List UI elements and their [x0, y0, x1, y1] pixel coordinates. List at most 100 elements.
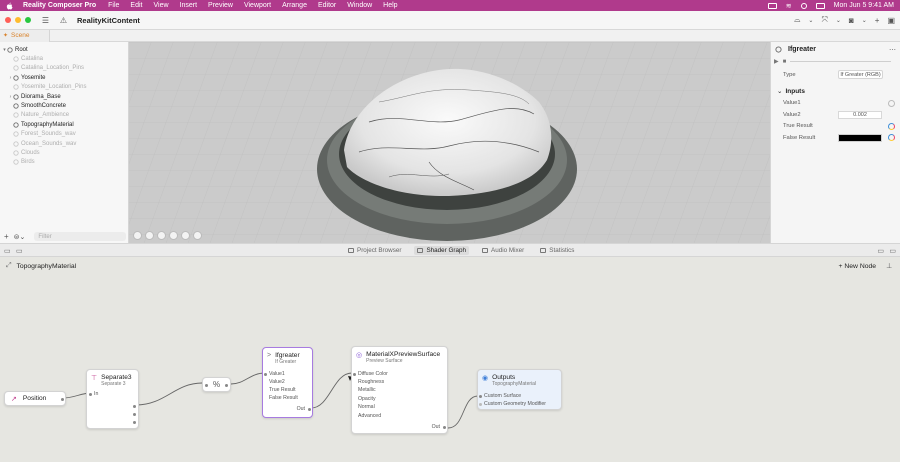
stop-icon[interactable]: ■: [783, 59, 787, 65]
false-result-color[interactable]: [838, 133, 882, 142]
viewport-scene[interactable]: [129, 42, 770, 243]
hierarchy-item[interactable]: TopographyMaterial: [0, 120, 128, 129]
tab-project-browser[interactable]: Project Browser: [345, 246, 404, 255]
control-center-icon[interactable]: [815, 2, 825, 9]
output-port[interactable]: [61, 398, 64, 401]
menu-viewport[interactable]: Viewport: [244, 2, 271, 9]
3d-viewport[interactable]: [129, 42, 770, 243]
input-port[interactable]: [205, 384, 208, 387]
node-ifgreater[interactable]: > Ifgreater If Greater Value1 Value2 True…: [262, 347, 313, 418]
inspector-toggle-icon[interactable]: ▣: [887, 16, 895, 25]
menu-file[interactable]: File: [108, 2, 119, 9]
app-menu[interactable]: Reality Composer Pro: [23, 2, 96, 9]
value2-field[interactable]: 0.002: [838, 110, 882, 119]
chevron-down-icon[interactable]: ⌄: [862, 17, 867, 24]
timeline-slider[interactable]: [790, 61, 891, 62]
hierarchy-item[interactable]: Forest_Sounds_wav: [0, 130, 128, 139]
panel-right-icon[interactable]: ▭: [877, 247, 884, 255]
options-icon[interactable]: ⊜⌄: [14, 233, 26, 241]
output-port[interactable]: [443, 426, 446, 429]
hierarchy-item[interactable]: Birds: [0, 158, 128, 167]
play-icon[interactable]: ▶: [774, 58, 779, 65]
hierarchy-item-label: Root: [15, 46, 28, 53]
tab-audio-mixer[interactable]: Audio Mixer: [479, 246, 527, 255]
search-icon[interactable]: [800, 2, 807, 9]
hierarchy-item[interactable]: SmoothConcrete: [0, 101, 128, 110]
chevron-down-icon[interactable]: ⌄: [836, 17, 841, 24]
node-subtitle: TopographyMaterial: [492, 381, 537, 387]
true-result-color[interactable]: [838, 122, 882, 131]
menu-editor[interactable]: Editor: [318, 2, 336, 9]
node-separate3[interactable]: ⊤ Separate3 Separate 3 In: [86, 369, 139, 429]
output-port[interactable]: [225, 384, 228, 387]
menu-view[interactable]: View: [153, 2, 168, 9]
hierarchy-item[interactable]: ▾ Root: [0, 45, 128, 54]
scene-tab[interactable]: ✦ Scene: [0, 29, 51, 42]
node-materialx-preview-surface[interactable]: ◎ MaterialXPreviewSurface Preview Surface…: [351, 346, 448, 434]
menu-arrange[interactable]: Arrange: [282, 2, 307, 9]
output-port[interactable]: [133, 413, 136, 416]
hierarchy-item[interactable]: Clouds: [0, 148, 128, 157]
orbit-tool-icon[interactable]: [133, 231, 142, 240]
menu-edit[interactable]: Edit: [130, 2, 142, 9]
inspector-header: Ifgreater ⋯: [771, 42, 900, 57]
node-outputs[interactable]: ◉ Outputs TopographyMaterial Custom Surfa…: [477, 369, 562, 410]
type-select[interactable]: If Greater (RGB): [838, 70, 883, 80]
menubar-datetime[interactable]: Mon Jun 5 9:41 AM: [834, 2, 894, 9]
panel-split-icon[interactable]: ▭: [16, 247, 23, 255]
hierarchy-item[interactable]: Ocean_Sounds_wav: [0, 139, 128, 148]
color-picker-icon[interactable]: [888, 122, 895, 130]
hierarchy-item[interactable]: › Yosemite: [0, 73, 128, 82]
chevron-down-icon[interactable]: ⌄: [808, 17, 813, 24]
hierarchy-item[interactable]: Catalina_Location_Pins: [0, 64, 128, 73]
rotate-tool-icon[interactable]: [145, 231, 154, 240]
color-picker-icon[interactable]: [888, 134, 895, 142]
hierarchy-item[interactable]: Yosemite_Location_Pins: [0, 83, 128, 92]
add-icon[interactable]: +: [875, 16, 880, 25]
zoom-tool-icon[interactable]: [181, 231, 190, 240]
folder-icon: [348, 248, 354, 253]
camera-tool-icon[interactable]: [193, 231, 202, 240]
panel-left-icon[interactable]: ▭: [4, 247, 11, 255]
node-modulo[interactable]: %: [202, 377, 231, 392]
menu-window[interactable]: Window: [347, 2, 372, 9]
hierarchy-item[interactable]: › Diorama_Base: [0, 92, 128, 101]
transform-icon[interactable]: ⤧: [821, 15, 827, 25]
node-position[interactable]: ↗ Position: [4, 391, 66, 406]
battery-icon[interactable]: [767, 2, 777, 9]
input-port[interactable]: [479, 403, 482, 406]
inputs-section[interactable]: ⌄ Inputs: [771, 85, 900, 98]
hierarchy-item-label: Catalina: [21, 56, 44, 63]
headset-icon[interactable]: ⌓: [794, 15, 800, 25]
input-port[interactable]: [89, 393, 92, 396]
input-port[interactable]: [479, 395, 482, 398]
apple-menu-icon[interactable]: [6, 2, 13, 10]
filter-input[interactable]: Filter: [34, 232, 127, 241]
camera-icon[interactable]: ◙: [849, 16, 854, 25]
output-port[interactable]: [133, 405, 136, 408]
warning-icon[interactable]: ⚠: [59, 16, 68, 25]
output-port[interactable]: [133, 421, 136, 424]
more-icon[interactable]: ⋯: [889, 46, 896, 54]
menu-insert[interactable]: Insert: [180, 2, 198, 9]
output-port[interactable]: [308, 408, 311, 411]
input-port[interactable]: [353, 373, 356, 376]
hierarchy-item[interactable]: Catalina: [0, 54, 128, 63]
shader-graph-canvas[interactable]: ⤢ TopographyMaterial + New Node ⊥ ↗ Posi…: [0, 257, 900, 462]
wifi-icon[interactable]: ≋: [786, 2, 792, 10]
menu-help[interactable]: Help: [383, 2, 397, 9]
input-port[interactable]: [264, 373, 267, 376]
hierarchy-item[interactable]: Nature_Ambience: [0, 111, 128, 120]
zoom-button[interactable]: [25, 17, 31, 23]
close-button[interactable]: [5, 17, 11, 23]
minimize-button[interactable]: [15, 17, 21, 23]
connection-icon[interactable]: [888, 99, 895, 107]
move-tool-icon[interactable]: [157, 231, 166, 240]
tab-shader-graph[interactable]: Shader Graph: [414, 246, 470, 255]
tab-statistics[interactable]: Statistics: [537, 246, 577, 255]
sidebar-toggle-icon[interactable]: ☰: [41, 16, 50, 25]
panel-bottom-icon[interactable]: ▭: [889, 247, 896, 255]
add-entity-icon[interactable]: +: [4, 232, 9, 241]
menu-preview[interactable]: Preview: [208, 2, 233, 9]
zoom-fit-icon[interactable]: [169, 231, 178, 240]
